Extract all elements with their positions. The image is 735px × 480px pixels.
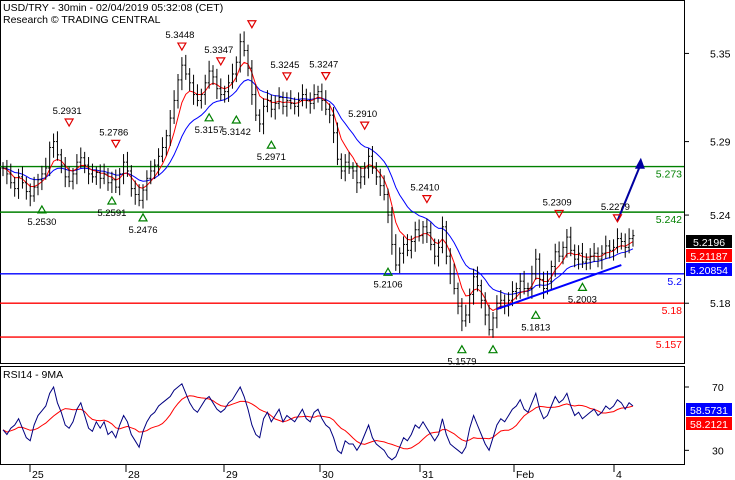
x-tick-label-5: Feb [516,469,534,480]
level-label-4: 5.157 [656,339,682,351]
rsi-tag-label-1: 58.2121 [690,419,728,431]
swing-high-label-7: 5.2910 [348,109,377,120]
swing-low-label-16: 5.2971 [257,152,286,163]
x-tick-label-0: 25 [32,469,44,480]
swing-high-label-1: 5.2786 [99,127,128,138]
swing-low-label-18: 5.1579 [447,357,476,368]
price-tag-label-0: 5.2196 [693,237,725,249]
swing-low-label-12: 5.2591 [97,208,126,219]
rsi-y-tick-label-1: 70 [712,382,724,394]
swing-high-label-10: 5.2279 [601,202,630,213]
price-y-tick-label-2: 5.29 [710,137,731,149]
chart-subtitle: Research © TRADING CENTRAL [3,14,161,26]
swing-low-label-15: 5.3142 [222,127,251,138]
swing-low-label-17: 5.2106 [373,279,402,290]
swing-high-label-6: 5.3247 [309,60,338,71]
level-label-1: 5.242 [656,214,682,226]
price-y-tick-label-3: 5.35 [710,48,731,60]
level-label-0: 5.273 [656,169,682,181]
swing-high-label-3: 5.3347 [204,45,233,56]
x-tick-label-3: 30 [322,469,334,480]
swing-low-label-13: 5.2476 [128,225,157,236]
level-label-3: 5.18 [662,305,683,317]
chart-title: USD/TRY - 30min - 02/04/2019 05:32:08 (C… [3,2,223,14]
swing-high-label-0: 5.2931 [53,106,82,117]
x-tick-label-6: 4 [616,469,622,480]
price-y-tick-label-1: 5.24 [710,210,731,222]
x-tick-label-2: 29 [226,469,238,480]
swing-low-label-14: 5.3157 [195,125,224,136]
swing-low-label-11: 5.2530 [27,217,56,228]
swing-high-label-8: 5.2410 [410,183,439,194]
rsi-panel-label: RSI14 - 9MA [3,369,63,381]
swing-high-label-9: 5.2309 [543,197,572,208]
rsi-y-tick-label-0: 30 [712,445,724,457]
swing-low-label-21: 5.2003 [568,294,597,305]
swing-high-label-2: 5.3448 [165,30,194,41]
x-tick-label-1: 28 [128,469,140,480]
x-tick-label-4: 31 [422,469,434,480]
level-label-2: 5.2 [667,276,682,288]
swing-high-label-5: 5.3245 [270,60,299,71]
price-tag-label-2: 5.20854 [690,265,728,277]
forex-chart: 5.2735.2425.25.185.157 5.29315.27865.344… [0,0,735,480]
rsi-tag-label-0: 58.5731 [690,405,728,417]
price-y-tick-label-0: 5.18 [710,298,731,310]
swing-low-label-20: 5.1813 [521,322,550,333]
price-tag-label-1: 5.21187 [690,251,727,263]
